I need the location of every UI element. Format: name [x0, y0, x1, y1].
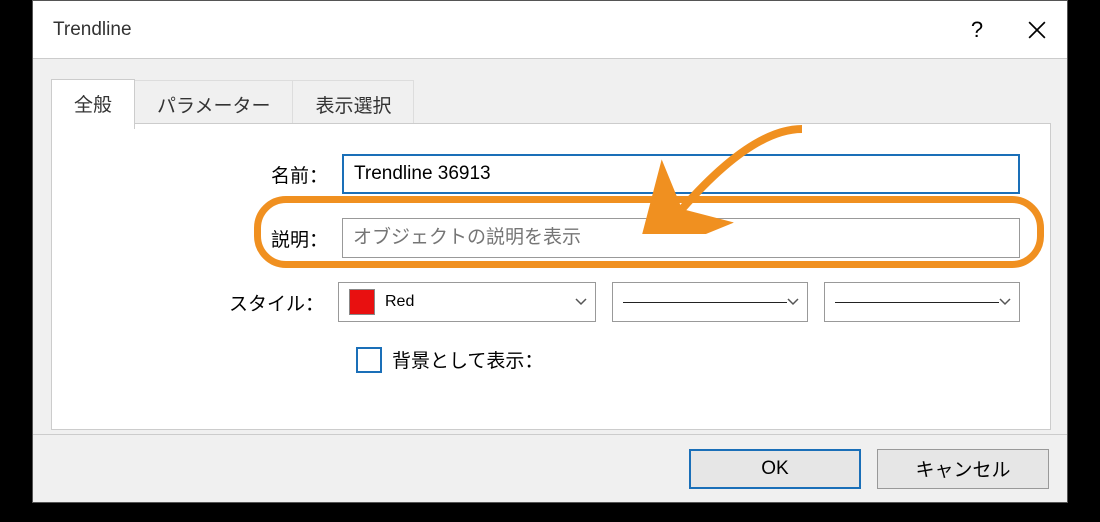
- tab-display[interactable]: 表示選択: [292, 80, 414, 128]
- name-label: 名前：: [82, 161, 342, 188]
- dialog-footer: OK キャンセル: [33, 434, 1067, 502]
- row-background: 背景として表示：: [82, 346, 1020, 373]
- dialog-body: 全般 パラメーター 表示選択 名前： 説明：: [33, 59, 1067, 502]
- help-icon: ?: [971, 17, 983, 43]
- background-checkbox-label: 背景として表示：: [392, 346, 543, 373]
- row-description: 説明：: [82, 218, 1020, 258]
- form: 名前： 説明： スタイル： Red: [52, 124, 1050, 373]
- style-field-wrap: Red: [338, 282, 1020, 322]
- cancel-button[interactable]: キャンセル: [877, 449, 1049, 489]
- tab-label: パラメーター: [157, 96, 270, 117]
- line-width-combo[interactable]: [824, 282, 1020, 322]
- desc-field-wrap: [342, 218, 1020, 258]
- background-checkbox-wrap[interactable]: 背景として表示：: [356, 346, 543, 373]
- trendline-dialog: Trendline ? 全般 パラメーター 表示選択: [32, 0, 1068, 503]
- titlebar: Trendline ?: [33, 1, 1067, 59]
- help-button[interactable]: ?: [947, 1, 1007, 59]
- chevron-down-icon: [575, 296, 587, 308]
- tab-label: 全般: [74, 95, 112, 116]
- name-field-wrap: [342, 154, 1020, 194]
- chevron-down-icon: [787, 296, 799, 308]
- row-style: スタイル： Red: [82, 282, 1020, 322]
- tab-parameters[interactable]: パラメーター: [134, 80, 293, 128]
- window-title: Trendline: [53, 19, 947, 41]
- tab-label: 表示選択: [315, 96, 391, 117]
- color-name: Red: [385, 293, 414, 311]
- tabs: 全般 パラメーター 表示選択: [51, 79, 413, 128]
- line-style-combo[interactable]: [612, 282, 808, 322]
- description-label: 説明：: [82, 225, 342, 252]
- cancel-button-label: キャンセル: [915, 460, 1010, 481]
- line-sample: [623, 302, 787, 303]
- color-swatch: [349, 289, 375, 315]
- tab-general[interactable]: 全般: [51, 79, 135, 129]
- style-label: スタイル：: [82, 289, 338, 316]
- row-name: 名前：: [82, 154, 1020, 194]
- ok-button[interactable]: OK: [689, 449, 861, 489]
- description-input[interactable]: [342, 218, 1020, 258]
- tab-panel-general: 名前： 説明： スタイル： Red: [51, 123, 1051, 430]
- name-input[interactable]: [342, 154, 1020, 194]
- ok-button-label: OK: [761, 458, 788, 479]
- background-checkbox[interactable]: [356, 347, 382, 373]
- color-combo[interactable]: Red: [338, 282, 596, 322]
- line-sample: [835, 302, 999, 303]
- close-button[interactable]: [1007, 1, 1067, 59]
- close-icon: [1028, 21, 1046, 39]
- chevron-down-icon: [999, 296, 1011, 308]
